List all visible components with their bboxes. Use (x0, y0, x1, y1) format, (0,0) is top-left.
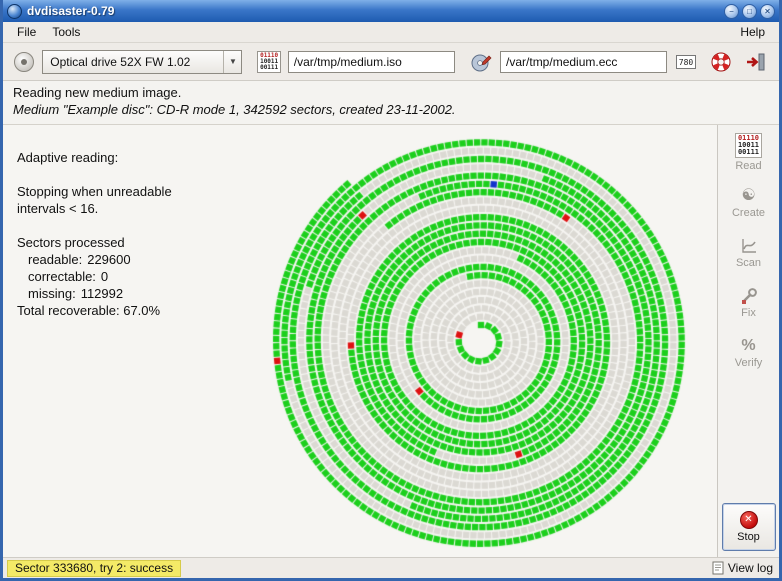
fix-button: Fix (722, 279, 776, 326)
missing-label: missing: (28, 285, 76, 302)
scan-label: Scan (736, 257, 761, 269)
window-title: dvdisaster-0.79 (27, 4, 721, 18)
toolbar: Optical drive 52X FW 1.02 ▼ 01110 10011 … (3, 43, 779, 81)
create-label: Create (732, 207, 765, 219)
status-message: Sector 333680, try 2: success (7, 560, 181, 577)
ecc-file-button[interactable] (469, 49, 494, 75)
titlebar: dvdisaster-0.79 − □ ✕ (3, 0, 779, 22)
app-icon (7, 4, 22, 19)
read-binary-icon: 01110 10011 00111 (735, 133, 762, 158)
preferences-button[interactable]: 780 (673, 49, 699, 75)
view-log-label: View log (728, 561, 773, 575)
verify-button: % Verify (722, 329, 776, 376)
menu-help[interactable]: Help (732, 23, 773, 41)
read-button: 01110 10011 00111 Read (722, 129, 776, 176)
readable-label: readable: (28, 251, 82, 268)
stop-button[interactable]: ✕ Stop (722, 503, 776, 551)
verify-icon: % (741, 337, 755, 355)
exit-arrow-icon (745, 51, 767, 73)
optical-drive-icon (14, 52, 34, 72)
total-recoverable-text: Total recoverable: 67.0% (17, 302, 245, 319)
verify-label: Verify (735, 357, 763, 369)
ecc-disc-icon (470, 51, 492, 73)
log-file-icon (712, 561, 724, 575)
reading-info-panel: Adaptive reading: Stopping when unreadab… (3, 125, 245, 557)
table-row: readable: 229600 (28, 251, 245, 268)
maximize-button[interactable]: □ (742, 4, 757, 19)
sector-spiral-visualization (269, 129, 693, 553)
sectors-processed-title: Sectors processed (17, 234, 245, 251)
life-preserver-icon (710, 51, 732, 73)
adaptive-reading-heading: Adaptive reading: (17, 149, 245, 166)
correctable-value: 0 (101, 268, 108, 285)
fix-tools-icon (740, 287, 758, 305)
binary-file-icon: 01110 10011 00111 (257, 51, 281, 73)
status-line-1: Reading new medium image. (13, 85, 769, 100)
help-button[interactable] (708, 49, 734, 75)
menu-tools[interactable]: Tools (44, 23, 88, 41)
menu-file[interactable]: File (9, 23, 44, 41)
image-file-button[interactable]: 01110 10011 00111 (256, 49, 281, 75)
scan-button: Scan (722, 229, 776, 276)
drive-selector-value: Optical drive 52X FW 1.02 (43, 51, 223, 73)
action-sidebar: 01110 10011 00111 Read ☯ Create Scan (717, 125, 779, 557)
missing-value: 112992 (81, 285, 123, 302)
table-row: correctable: 0 (28, 268, 245, 285)
status-header: Reading new medium image. Medium "Exampl… (3, 81, 779, 125)
image-file-input[interactable] (288, 51, 455, 73)
correctable-label: correctable: (28, 268, 96, 285)
close-button[interactable]: ✕ (760, 4, 775, 19)
table-row: missing: 112992 (28, 285, 245, 302)
stopping-condition-text: Stopping when unreadable intervals < 16. (17, 183, 245, 217)
readable-value: 229600 (87, 251, 130, 268)
stop-icon: ✕ (740, 511, 758, 529)
fix-label: Fix (741, 307, 756, 319)
drive-selector[interactable]: Optical drive 52X FW 1.02 ▼ (42, 50, 242, 74)
ecc-file-input[interactable] (500, 51, 667, 73)
scan-icon (740, 237, 758, 255)
stop-label: Stop (737, 531, 760, 543)
chevron-down-icon: ▼ (223, 51, 241, 73)
create-icon: ☯ (741, 187, 755, 205)
status-line-2: Medium "Example disc": CD-R mode 1, 3425… (13, 102, 769, 117)
app-window: dvdisaster-0.79 − □ ✕ File Tools Help Op… (0, 0, 782, 581)
preferences-icon: 780 (676, 55, 696, 69)
menubar: File Tools Help (3, 22, 779, 43)
drive-button[interactable] (11, 49, 36, 75)
main-area: Adaptive reading: Stopping when unreadab… (3, 125, 779, 557)
view-log-button[interactable]: View log (712, 561, 773, 575)
statusbar: Sector 333680, try 2: success View log (3, 557, 779, 578)
minimize-button[interactable]: − (724, 4, 739, 19)
read-label: Read (735, 160, 761, 172)
quit-button[interactable] (743, 49, 769, 75)
sectors-table: readable: 229600 correctable: 0 missing:… (28, 251, 245, 302)
spiral-area (245, 125, 717, 557)
create-button: ☯ Create (722, 179, 776, 226)
